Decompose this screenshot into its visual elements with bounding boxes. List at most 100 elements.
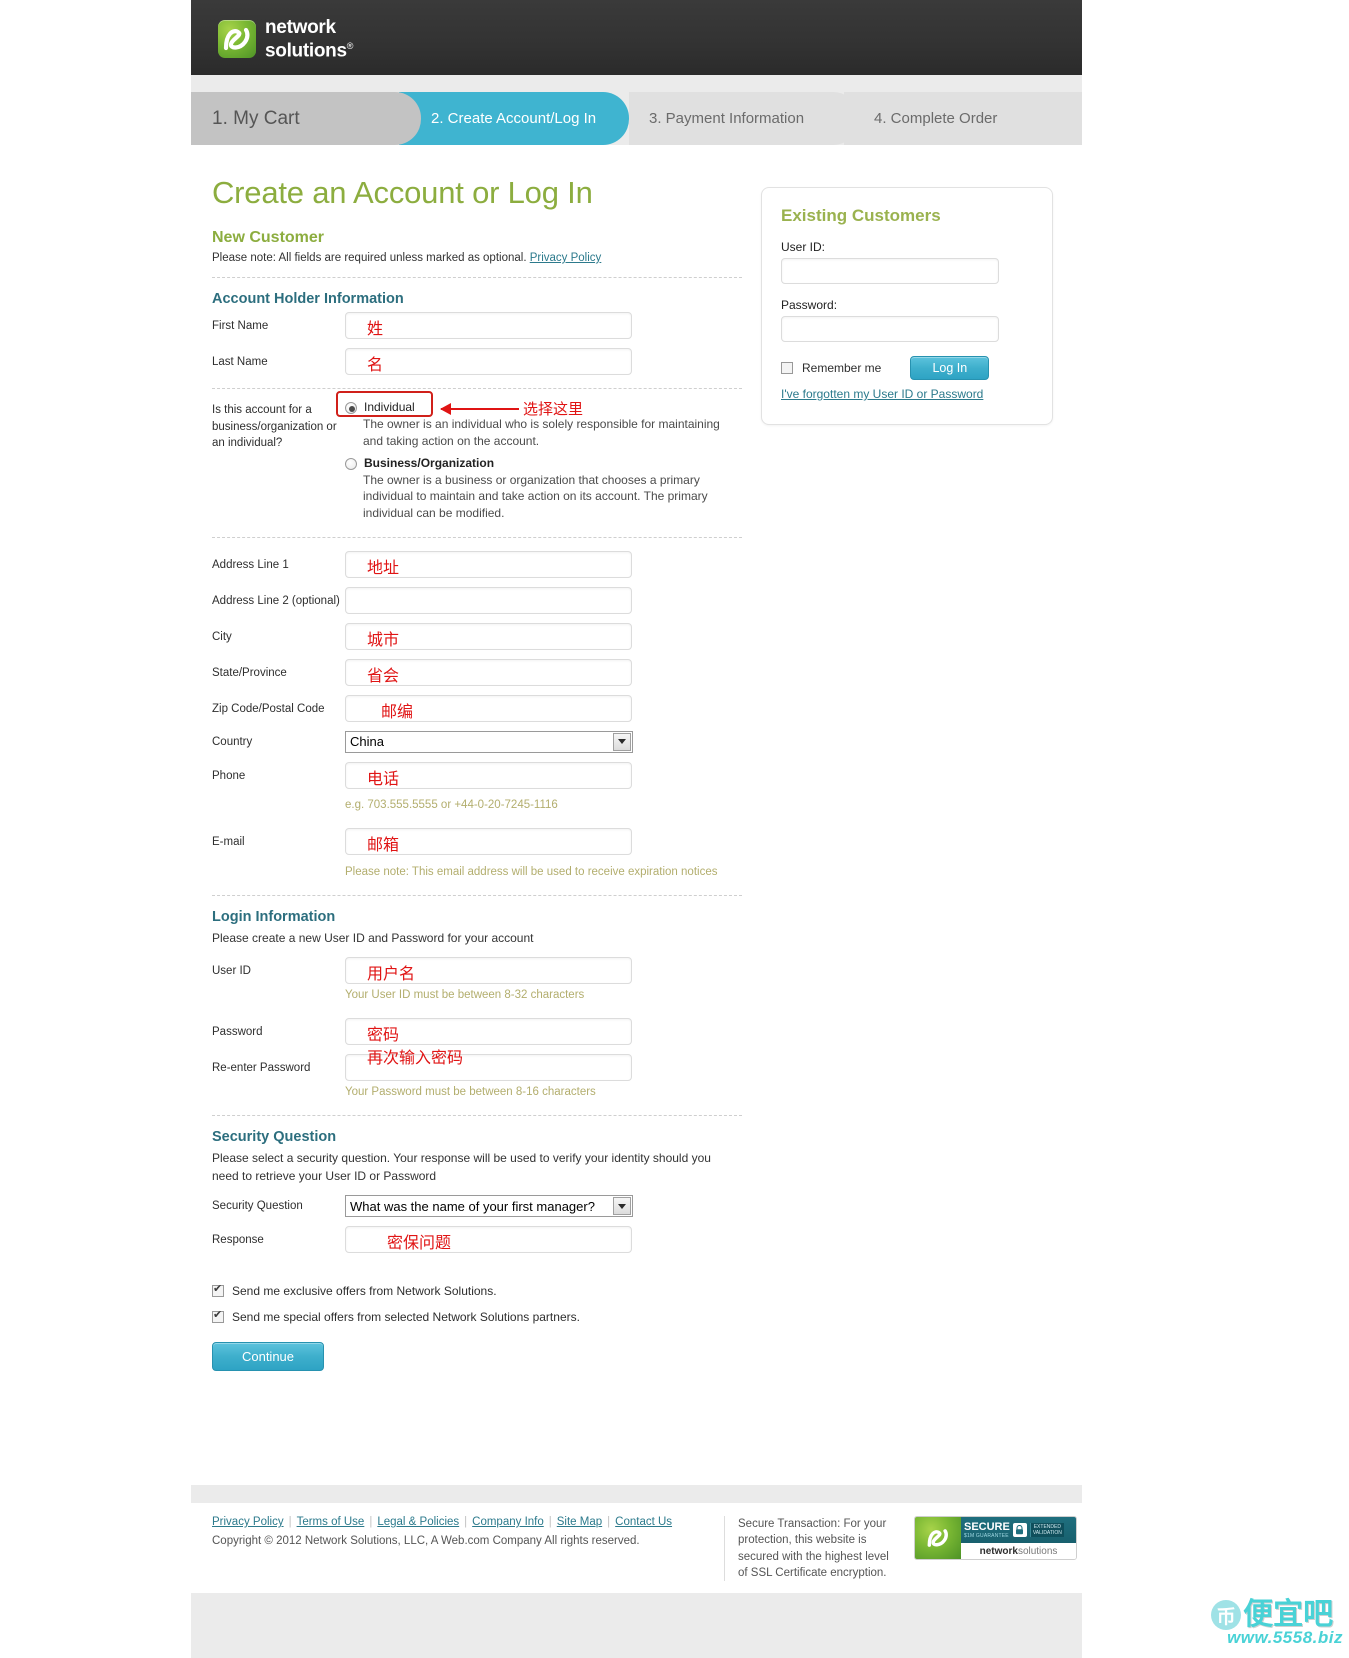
city-label: City	[212, 630, 232, 643]
city-input[interactable]	[345, 622, 632, 650]
reenter-password-label: Re-enter Password	[212, 1062, 311, 1075]
address2-label: Address Line 2 (optional)	[212, 594, 340, 607]
account-holder-heading: Account Holder Information	[212, 291, 404, 307]
radio-option-business[interactable]: Business/Organization	[345, 456, 757, 470]
email-label: E-mail	[212, 835, 245, 848]
footer-link-legal-policies[interactable]: Legal & Policies	[377, 1516, 459, 1528]
brand-wordmark: network solutions®	[265, 18, 353, 60]
login-information-description: Please create a new User ID and Password…	[212, 930, 534, 945]
new-customer-column: New Customer Please note: All fields are…	[212, 229, 757, 1372]
phone-label: Phone	[212, 769, 246, 782]
security-question-value: What was the name of your first manager?	[350, 1198, 595, 1214]
step-complete-order[interactable]: 4. Complete Order	[844, 92, 1082, 145]
radio-individual-icon[interactable]	[345, 402, 357, 414]
new-customer-heading: New Customer	[212, 229, 325, 246]
password-input[interactable]	[345, 1018, 632, 1046]
reenter-password-input[interactable]	[345, 1054, 632, 1082]
field-row-reenter-password: Re-enter Password 再次输入密码 Your Password m…	[212, 1048, 757, 1106]
partner-offers-checkbox[interactable]	[212, 1309, 224, 1324]
address2-input[interactable]	[345, 586, 632, 614]
user-id-input[interactable]	[345, 957, 632, 985]
partner-offers-label: Send me special offers from selected Net…	[232, 1310, 580, 1325]
footer-copyright: Copyright © 2012 Network Solutions, LLC,…	[212, 1535, 640, 1547]
phone-input[interactable]	[345, 761, 632, 789]
field-row-response: Response 密保问题	[212, 1226, 757, 1254]
state-input[interactable]	[345, 658, 632, 686]
address1-label: Address Line 1	[212, 558, 289, 571]
radio-business-icon[interactable]	[345, 457, 357, 470]
watermark-url: www.5558.biz	[1227, 1628, 1343, 1647]
field-row-first-name: First Name 姓	[212, 312, 757, 339]
footer-link-terms-of-use[interactable]: Terms of Use	[297, 1516, 365, 1528]
country-select[interactable]: China	[345, 730, 633, 753]
login-button[interactable]: Log In	[910, 356, 990, 380]
step-label: 3. Payment Information	[649, 110, 805, 127]
step-payment-information[interactable]: 3. Payment Information	[629, 92, 859, 145]
field-row-city: City 城市	[212, 622, 757, 650]
seal-extended-validation: EXTENDED VALIDATION	[1029, 1522, 1064, 1538]
chevron-down-icon[interactable]	[613, 732, 631, 751]
footer-link-company-info[interactable]: Company Info	[472, 1516, 544, 1528]
ec-user-id-input[interactable]	[781, 258, 999, 284]
address1-input[interactable]	[345, 550, 632, 578]
reenter-password-hint: Your Password must be between 8-16 chara…	[345, 1086, 596, 1099]
field-row-zip: Zip Code/Postal Code 邮编	[212, 694, 757, 722]
remember-me-label: Remember me	[802, 361, 882, 375]
footer-link-privacy-policy[interactable]: Privacy Policy	[212, 1516, 284, 1528]
email-hint: Please note: This email address will be …	[345, 865, 718, 878]
seal-brand-bold: network	[979, 1545, 1018, 1557]
existing-customers-column: Existing Customers User ID: Password: Re…	[761, 187, 1053, 425]
privacy-policy-link[interactable]: Privacy Policy	[530, 252, 602, 264]
chevron-down-icon[interactable]	[613, 1197, 631, 1216]
email-input[interactable]	[345, 827, 632, 855]
step-my-cart[interactable]: 1. My Cart	[191, 92, 421, 145]
last-name-label: Last Name	[212, 356, 268, 368]
forgot-credentials-link[interactable]: I've forgotten my User ID or Password	[781, 387, 983, 401]
zip-input[interactable]	[345, 694, 632, 722]
field-row-password: Password 密码	[212, 1018, 757, 1046]
secure-transaction-text: Secure Transaction: For your protection,…	[738, 1518, 889, 1579]
divider	[212, 388, 742, 389]
phone-hint: e.g. 703.555.5555 or +44-0-20-7245-1116	[345, 798, 558, 811]
step-create-account-login[interactable]: 2. Create Account/Log In	[399, 92, 629, 145]
country-select-value: China	[350, 734, 384, 750]
seal-ev-line2: VALIDATION	[1032, 1530, 1062, 1536]
field-row-security-question: Security Question What was the name of y…	[212, 1195, 757, 1218]
checkbox-row-partner-offers[interactable]: Send me special offers from selected Net…	[212, 1309, 757, 1325]
step-label: 4. Complete Order	[874, 110, 998, 127]
footer-link-contact-us[interactable]: Contact Us	[615, 1516, 672, 1528]
security-question-select[interactable]: What was the name of your first manager?	[345, 1195, 633, 1218]
brand-logo[interactable]: network solutions®	[218, 18, 353, 60]
watermark-text: 便宜吧	[1243, 1597, 1334, 1632]
watermark-badge-icon: 币	[1211, 1600, 1242, 1630]
radio-option-individual[interactable]: Individual	[345, 400, 757, 414]
ns-logo-icon	[218, 20, 256, 59]
seal-brand-light: solutions	[1017, 1545, 1058, 1557]
footer-link-site-map[interactable]: Site Map	[557, 1516, 602, 1528]
divider	[212, 277, 742, 278]
login-information-heading: Login Information	[212, 908, 336, 925]
seal-secure-text: SECURE	[964, 1520, 1010, 1533]
exclusive-offers-checkbox[interactable]	[212, 1283, 224, 1298]
security-question-heading: Security Question	[212, 1129, 337, 1146]
continue-button[interactable]: Continue	[212, 1342, 324, 1372]
radio-business-description: The owner is a business or organization …	[363, 472, 708, 521]
country-label: Country	[212, 735, 253, 748]
step-label: 2. Create Account/Log In	[431, 110, 597, 127]
footer-divider	[724, 1516, 725, 1582]
divider	[212, 536, 742, 538]
ssl-security-seal[interactable]: SECURE $1M GUARANTEE EXTENDED VALIDATION	[914, 1516, 1077, 1560]
checkbox-row-exclusive-offers[interactable]: Send me exclusive offers from Network So…	[212, 1283, 757, 1298]
last-name-input[interactable]	[345, 348, 632, 375]
account-type-label: Is this account for a business/organizat…	[212, 404, 337, 450]
response-input[interactable]	[345, 1226, 632, 1254]
remember-me-checkbox[interactable]	[781, 362, 793, 374]
ec-password-input[interactable]	[781, 316, 999, 342]
brand-line-1: network	[265, 17, 336, 38]
response-label: Response	[212, 1234, 264, 1247]
brand-line-2: solutions®	[265, 40, 354, 62]
required-note-text: Please note: All fields are required unl…	[212, 252, 527, 264]
site-header: network solutions®	[191, 0, 1082, 75]
divider	[212, 894, 742, 896]
first-name-input[interactable]	[345, 312, 632, 339]
